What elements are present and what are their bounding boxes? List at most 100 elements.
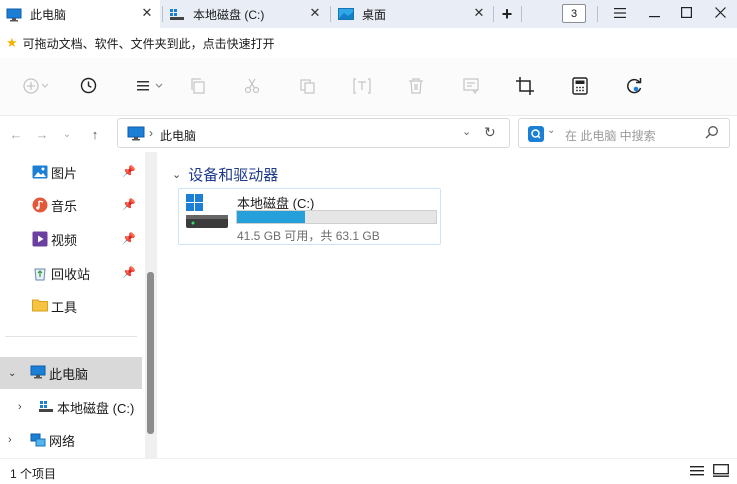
close-icon xyxy=(714,7,726,21)
properties-icon xyxy=(463,77,479,97)
tab-divider xyxy=(521,6,522,22)
sidebar-item-local-disk[interactable]: › 本地磁盘 (C:) xyxy=(0,391,142,423)
copy-icon xyxy=(190,77,206,97)
forward-button[interactable]: → xyxy=(33,124,51,144)
chevron-right-icon[interactable]: › xyxy=(18,401,34,413)
rename-icon xyxy=(353,77,371,97)
maximize-icon xyxy=(680,7,692,21)
sidebar-divider xyxy=(5,336,137,337)
desktop-icon xyxy=(338,8,354,20)
plus-icon: + xyxy=(501,3,513,24)
sidebar-item-this-pc[interactable]: ⌄ 此电脑 xyxy=(0,357,142,389)
chevron-right-icon[interactable]: › xyxy=(8,434,24,446)
search-icon[interactable] xyxy=(705,125,719,142)
recycle-bin-icon xyxy=(32,265,48,281)
tab-desktop[interactable]: 桌面 ✕ xyxy=(332,0,492,28)
search-engine-icon[interactable] xyxy=(528,126,544,145)
path-separator: › xyxy=(149,126,153,140)
tab-label: 本地磁盘 (C:) xyxy=(193,7,265,22)
chevron-down-icon: ⌄ xyxy=(62,128,72,140)
pin-icon[interactable]: 📌 xyxy=(122,198,136,211)
new-button[interactable] xyxy=(20,74,54,100)
refresh-button[interactable] xyxy=(621,74,647,100)
tab-count-badge[interactable]: 3 xyxy=(562,4,586,23)
delete-button[interactable] xyxy=(403,74,429,100)
paste-button[interactable] xyxy=(294,74,320,100)
delete-icon xyxy=(408,77,424,97)
sidebar-item-recycle-bin[interactable]: 回收站 📌 xyxy=(0,257,142,289)
chevron-down-icon[interactable]: ⌄ xyxy=(462,125,471,138)
close-icon[interactable]: ✕ xyxy=(140,6,154,20)
paste-icon xyxy=(299,78,315,97)
chevron-down-icon: ⌄ xyxy=(172,169,182,181)
item-count: 1 个项目 xyxy=(10,467,57,481)
sidebar-item-network[interactable]: › 网络 xyxy=(0,424,142,456)
status-bar: 1 个项目 xyxy=(0,458,737,484)
crop-button[interactable] xyxy=(512,74,538,100)
favorites-bar[interactable]: ★ 可拖动文档、软件、文件夹到此，点击快速打开 xyxy=(0,28,737,58)
copy-button[interactable] xyxy=(185,74,211,100)
view-icon xyxy=(135,80,165,95)
monitor-icon xyxy=(127,126,145,144)
drive-icon xyxy=(185,193,229,236)
tiles-view-icon[interactable] xyxy=(713,464,729,481)
pin-icon[interactable]: 📌 xyxy=(122,232,136,245)
chevron-down-icon[interactable]: ⌄ xyxy=(8,368,24,379)
search-input[interactable]: 在 此电脑 中搜索 xyxy=(565,127,656,144)
pin-icon[interactable]: 📌 xyxy=(122,165,136,178)
tab-label: 此电脑 xyxy=(30,7,67,22)
back-button[interactable]: ← xyxy=(7,124,25,144)
favorites-hint: 可拖动文档、软件、文件夹到此，点击快速打开 xyxy=(22,36,275,51)
refresh-address-icon[interactable]: ↻ xyxy=(484,124,496,141)
sidebar-item-videos[interactable]: 视频 📌 xyxy=(0,223,142,255)
drive-icon xyxy=(38,399,54,415)
sidebar-item-music[interactable]: 音乐 📌 xyxy=(0,189,142,221)
address-bar[interactable]: › 此电脑 ⌄ ↻ xyxy=(117,118,510,148)
properties-button[interactable] xyxy=(458,74,484,100)
group-header-devices[interactable]: ⌄ 设备和驱动器 xyxy=(172,164,278,185)
tab-local-disk[interactable]: 本地磁盘 (C:) ✕ xyxy=(163,0,328,28)
address-row: ← → ⌄ ↑ › 此电脑 ⌄ ↻ ⌄ 在 此电脑 中搜索 xyxy=(0,116,737,152)
sidebar-scrollbar-thumb[interactable] xyxy=(147,272,154,434)
calculator-button[interactable] xyxy=(567,74,593,100)
recent-locations-button[interactable]: ⌄ xyxy=(58,124,76,144)
tab-divider xyxy=(330,6,331,22)
history-button[interactable] xyxy=(75,74,101,100)
tab-divider xyxy=(162,6,163,22)
arrow-right-icon: → xyxy=(35,126,49,142)
tab-divider xyxy=(597,6,598,22)
search-box[interactable]: ⌄ 在 此电脑 中搜索 xyxy=(518,118,730,148)
pictures-icon xyxy=(32,164,48,180)
new-tab-button[interactable]: + xyxy=(495,0,519,28)
close-window-button[interactable] xyxy=(705,0,735,28)
sidebar-item-tools[interactable]: 工具 xyxy=(0,290,142,322)
calculator-icon xyxy=(572,76,588,98)
view-button[interactable] xyxy=(133,74,167,100)
rename-button[interactable] xyxy=(349,74,375,100)
maximize-button[interactable] xyxy=(671,0,701,28)
sidebar-item-pictures[interactable]: 图片 📌 xyxy=(0,156,142,188)
up-button[interactable]: ↑ xyxy=(86,124,104,144)
history-icon xyxy=(80,77,97,97)
pin-icon[interactable]: 📌 xyxy=(122,266,136,279)
new-icon xyxy=(23,77,51,97)
network-icon xyxy=(30,432,46,448)
monitor-icon xyxy=(30,365,46,381)
tab-this-pc[interactable]: 此电脑 ✕ xyxy=(0,0,160,28)
minimize-icon xyxy=(648,7,660,21)
tab-divider xyxy=(493,6,494,22)
close-icon[interactable]: ✕ xyxy=(308,6,322,20)
folder-icon xyxy=(32,298,48,314)
drive-usage-bar xyxy=(236,210,437,224)
close-icon[interactable]: ✕ xyxy=(472,6,486,20)
refresh-icon xyxy=(625,77,643,98)
cut-icon xyxy=(244,78,260,97)
cut-button[interactable] xyxy=(239,74,265,100)
path-segment-this-pc[interactable]: 此电脑 xyxy=(160,127,196,144)
menu-button[interactable] xyxy=(605,0,635,28)
minimize-button[interactable] xyxy=(639,0,669,28)
chevron-down-icon[interactable]: ⌄ xyxy=(547,125,555,136)
crop-icon xyxy=(516,76,534,98)
arrow-left-icon: ← xyxy=(9,126,23,142)
details-view-icon[interactable] xyxy=(690,465,704,481)
